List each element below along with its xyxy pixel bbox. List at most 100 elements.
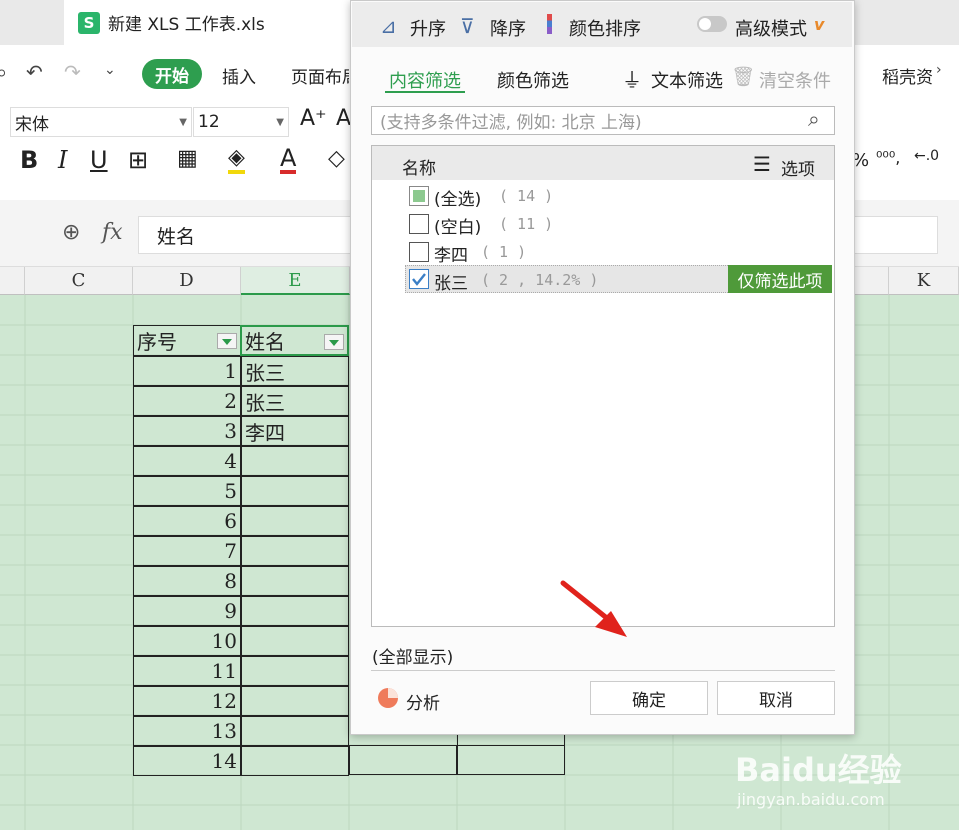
tab-insert[interactable]: 插入 [222,63,256,88]
row-number-cell[interactable]: 6 [133,506,241,536]
tab-start[interactable]: 开始 [142,59,202,89]
tab-content-filter[interactable]: 内容筛选 [389,67,461,93]
cancel-button[interactable]: 取消 [717,681,835,715]
color-sort-icon[interactable] [547,14,552,34]
border-icon[interactable]: ⊞ [128,146,148,174]
header-cell-seq[interactable]: 序号 [133,325,241,356]
sort-desc-icon[interactable]: ⊽ [460,14,475,38]
more-icon[interactable]: ⌄ [104,62,116,78]
row-number-cell[interactable]: 3 [133,416,241,446]
name-cell[interactable]: 张三 [241,356,349,386]
row-number-cell[interactable]: 7 [133,536,241,566]
color-sort-button[interactable]: 颜色排序 [569,15,641,41]
italic-icon[interactable]: I [58,146,67,174]
sort-asc-button[interactable]: 升序 [410,15,446,41]
item-label[interactable]: 李四 [434,241,468,266]
name-cell[interactable] [241,566,349,596]
tab-daoke[interactable]: 稻壳资 [882,63,932,88]
ok-button[interactable]: 确定 [590,681,708,715]
text-filter-button[interactable]: 文本筛选 [651,67,723,93]
filter-dropdown-icon[interactable] [217,333,237,349]
name-cell[interactable] [241,656,349,686]
advanced-mode-toggle[interactable] [697,16,727,32]
name-cell[interactable] [241,626,349,656]
document-tab[interactable]: S 新建 XLS 工作表.xls [64,0,354,45]
divider [371,670,835,671]
filter-only-this-button[interactable]: 仅筛选此项 [728,265,832,293]
row-number-cell[interactable]: 14 [133,746,241,776]
funnel-icon[interactable]: ⏚ [622,64,642,93]
item-label[interactable]: (空白) [434,213,481,238]
undo-icon[interactable]: ↶ [26,60,43,84]
show-all-link[interactable]: (全部显示) [372,643,453,668]
item-count: ( 1 ) [481,243,527,261]
col-header-k[interactable]: K [889,267,959,295]
name-cell[interactable] [241,476,349,506]
filter-search-input[interactable]: (支持多条件过滤, 例如: 北京 上海) [371,106,835,135]
table-cell[interactable] [349,745,457,775]
checkbox-select-all[interactable] [409,186,429,206]
decrease-font-icon[interactable]: A [336,106,350,131]
options-button[interactable]: 选项 [781,155,815,180]
item-count: ( 11 ) [499,215,554,233]
name-cell[interactable] [241,446,349,476]
row-number-cell[interactable]: 4 [133,446,241,476]
font-size-select[interactable]: 12 ▼ [193,107,289,137]
name-cell[interactable]: 李四 [241,416,349,446]
name-cell[interactable] [241,716,349,746]
col-header-e[interactable]: E [241,267,350,295]
col-header-c[interactable]: C [25,267,133,295]
col-header-j[interactable] [855,267,889,295]
checkbox-blank[interactable] [409,214,429,234]
header-cell-name[interactable]: 姓名 [240,325,349,356]
underline-icon[interactable]: U [90,146,108,174]
sort-desc-button[interactable]: 降序 [490,15,526,41]
font-color-icon[interactable]: A [280,146,297,174]
row-number-cell[interactable]: 10 [133,626,241,656]
row-number-cell[interactable]: 11 [133,656,241,686]
chevron-right-icon[interactable]: › [936,62,942,78]
name-cell[interactable] [241,746,349,776]
fill-color-icon[interactable]: ◈ [228,146,245,174]
tab-color-filter[interactable]: 颜色筛选 [497,67,569,93]
item-label[interactable]: (全选) [434,185,481,210]
thousands-icon[interactable]: ⁰⁰⁰, [876,148,900,167]
col-header-prev[interactable] [0,267,25,295]
row-number-cell[interactable]: 9 [133,596,241,626]
fx-icon[interactable]: fx [102,220,123,245]
analyze-button[interactable]: 分析 [406,689,440,714]
sort-asc-icon[interactable]: ⊿ [380,14,397,38]
eraser-icon[interactable]: ◇ [328,146,350,171]
row-number-cell[interactable]: 12 [133,686,241,716]
table-cell[interactable] [457,745,565,775]
decimal-increase-icon[interactable]: ←.0 [914,148,939,164]
tab-layout[interactable]: 页面布局 [291,63,349,88]
fill-pattern-icon[interactable]: ▦ [177,146,198,171]
row-number-cell[interactable]: 5 [133,476,241,506]
row-number-cell[interactable]: 13 [133,716,241,746]
filter-dropdown-icon[interactable] [324,334,344,350]
name-cell[interactable] [241,506,349,536]
col-header-d[interactable]: D [133,267,241,295]
search-icon[interactable]: ⌕ [808,107,820,132]
name-cell[interactable] [241,686,349,716]
row-number-cell[interactable]: 2 [133,386,241,416]
row-number-cell[interactable]: 8 [133,566,241,596]
name-cell[interactable] [241,596,349,626]
increase-font-icon[interactable]: A⁺ [300,106,327,131]
item-label[interactable]: 张三 [434,269,468,294]
zoom-formula-icon[interactable]: ⊕ [62,220,80,245]
clear-conditions-button[interactable]: 清空条件 [759,67,831,93]
checkbox-zhangsan[interactable] [409,269,429,289]
active-tab-underline [385,91,465,93]
zoom-icon[interactable]: ⌕ [0,60,7,84]
options-menu-icon[interactable]: ☰ [753,152,771,176]
redo-icon[interactable]: ↷ [64,60,81,84]
checkbox-lisi[interactable] [409,242,429,262]
name-cell[interactable]: 张三 [241,386,349,416]
name-cell[interactable] [241,536,349,566]
pie-chart-icon[interactable] [377,687,399,709]
bold-icon[interactable]: B [20,146,38,174]
row-number-cell[interactable]: 1 [133,356,241,386]
font-family-select[interactable]: 宋体 ▼ [10,107,192,137]
